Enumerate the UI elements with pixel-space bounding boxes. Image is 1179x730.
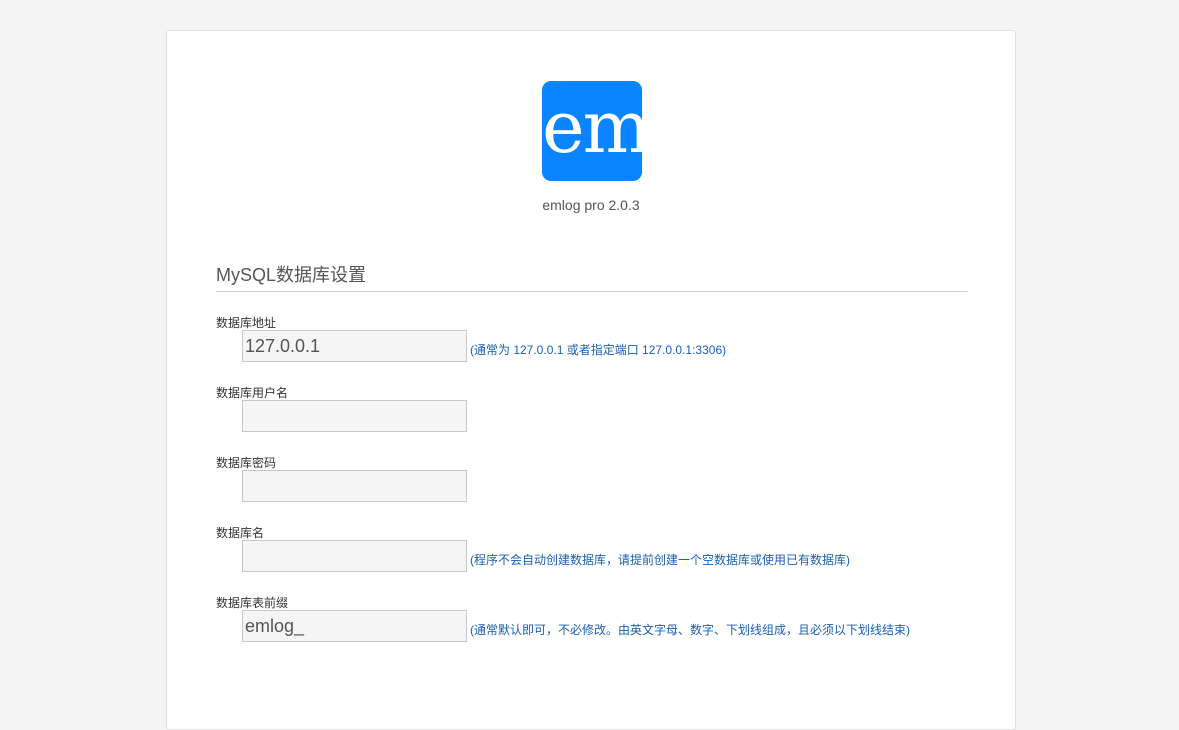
db-name-input[interactable] [242, 540, 467, 572]
db-user-label: 数据库用户名 [216, 386, 289, 400]
db-password-label: 数据库密码 [216, 456, 277, 470]
mysql-section-title: MySQL数据库设置 [216, 265, 367, 285]
db-host-hint: (通常为 127.0.0.1 或者指定端口 127.0.0.1:3306) [470, 343, 727, 357]
db-user-input[interactable] [242, 400, 467, 432]
emlog-logo-text: em [542, 85, 642, 169]
db-name-hint: (程序不会自动创建数据库，请提前创建一个空数据库或使用已有数据库) [470, 553, 850, 567]
db-name-label: 数据库名 [216, 526, 265, 540]
version-label: emlog pro 2.0.3 [542, 197, 640, 213]
db-prefix-label: 数据库表前缀 [216, 596, 289, 610]
emlog-logo: em [542, 81, 642, 181]
db-password-input[interactable] [242, 470, 467, 502]
section-divider [216, 291, 967, 292]
db-prefix-hint: (通常默认即可，不必修改。由英文字母、数字、下划线组成，且必须以下划线结束) [470, 623, 910, 637]
db-host-label: 数据库地址 [216, 316, 277, 330]
install-card: em emlog pro 2.0.3 MySQL数据库设置 数据库地址 (通常为… [166, 30, 1016, 730]
db-prefix-input[interactable] [242, 610, 467, 642]
db-host-input[interactable] [242, 330, 467, 362]
